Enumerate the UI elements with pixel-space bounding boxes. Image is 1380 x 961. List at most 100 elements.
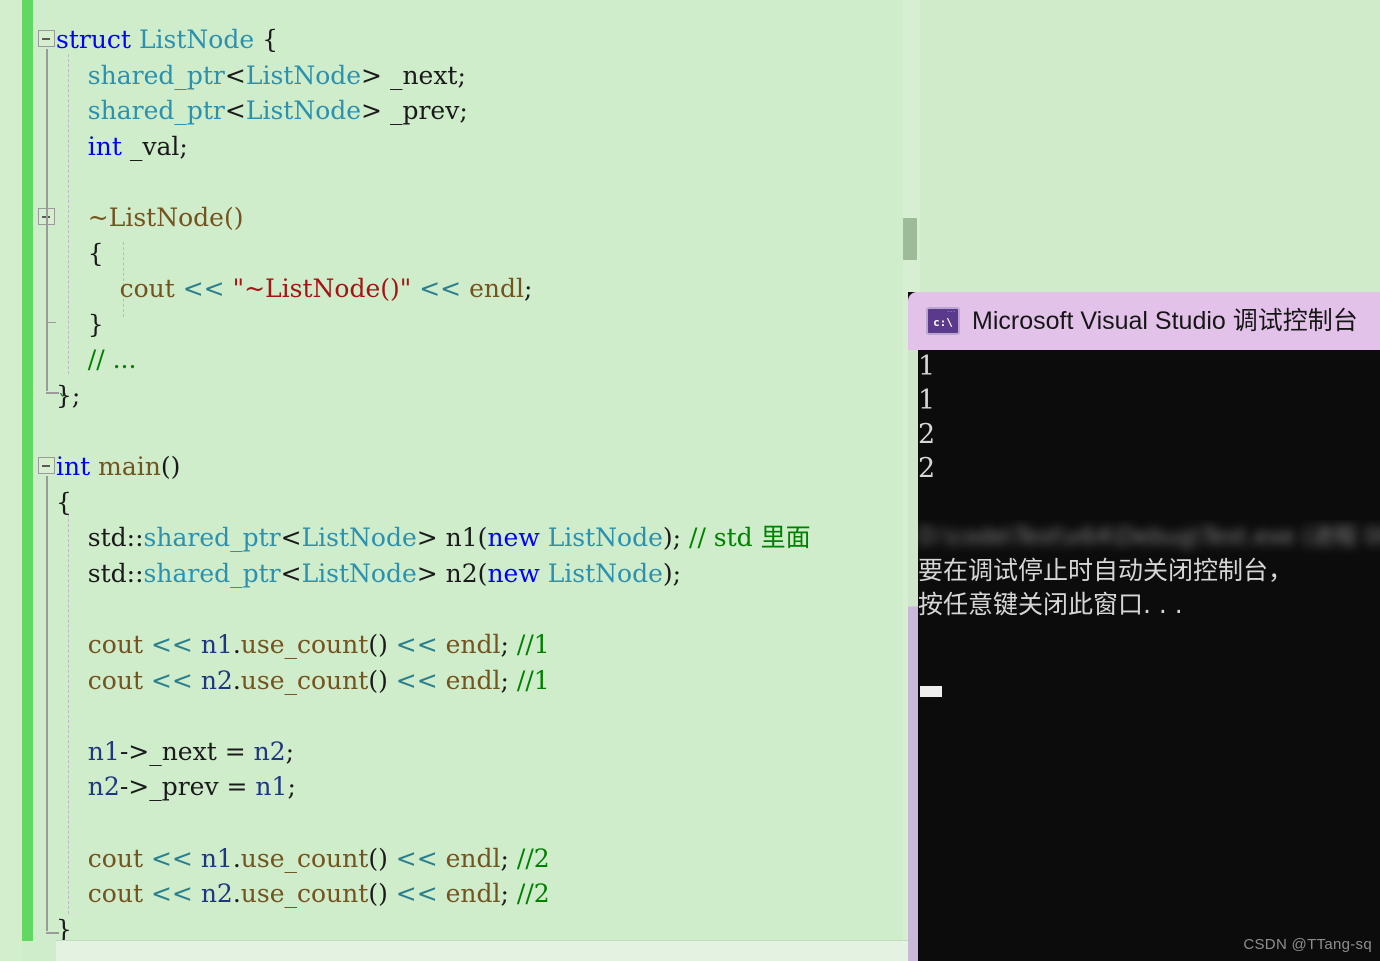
- code-token: ListNode: [138, 25, 255, 54]
- code-token: {: [254, 25, 278, 54]
- code-token: ListNode: [245, 96, 362, 126]
- code-line[interactable]: [56, 414, 920, 450]
- code-token: //2: [516, 879, 550, 909]
- outline-rail-struct: [46, 49, 48, 391]
- code-line[interactable]: cout << "~ListNode()" << endl;: [56, 271, 920, 307]
- code-line[interactable]: // ...: [56, 342, 920, 378]
- code-line[interactable]: struct ListNode {: [56, 22, 920, 58]
- code-token: .: [232, 665, 241, 695]
- code-line[interactable]: cout << n1.use_count() << endl; //1: [56, 627, 920, 663]
- console-title-bar[interactable]: ··· c:\ Microsoft Visual Studio 调试控制台: [908, 292, 1380, 350]
- code-token: ~ListNode(): [87, 202, 244, 232]
- console-icon-dots: ···: [947, 309, 956, 316]
- outline-rail-foot-destructor: [46, 321, 56, 324]
- code-line[interactable]: [56, 592, 920, 628]
- code-token: );: [662, 558, 682, 588]
- code-token: ;: [500, 665, 517, 695]
- code-token: .: [232, 630, 241, 660]
- code-token: std::: [87, 523, 144, 553]
- code-line[interactable]: n1->_next = n2;: [56, 734, 920, 770]
- code-line[interactable]: shared_ptr<ListNode> _next;: [56, 58, 920, 94]
- code-line[interactable]: cout << n1.use_count() << endl; //2: [56, 841, 920, 877]
- console-output-line: 2: [918, 453, 936, 484]
- code-token: main: [98, 452, 161, 482]
- debug-console-window[interactable]: ··· c:\ Microsoft Visual Studio 调试控制台 11…: [908, 292, 1380, 961]
- editor-scrollbar-thumb[interactable]: [903, 218, 917, 260]
- console-hint-line: 按任意键关闭此窗口. . .: [918, 590, 1183, 619]
- code-token: struct: [56, 25, 131, 54]
- code-token: new: [487, 558, 540, 588]
- code-token: endl: [445, 879, 501, 909]
- code-token: new: [487, 523, 540, 553]
- code-line[interactable]: };: [56, 378, 920, 414]
- code-token: endl: [445, 665, 501, 695]
- fold-toggle-main[interactable]: [38, 457, 55, 475]
- code-text-surface[interactable]: struct ListNode { shared_ptr<ListNode> _…: [56, 22, 920, 947]
- screenshot-root: ˇ struct ListNode { shared_ptr<ListNode>…: [0, 0, 1380, 961]
- code-token: ;: [500, 843, 517, 873]
- code-token: ->_next =: [119, 736, 254, 766]
- outline-rail-destructor: [46, 227, 48, 321]
- code-line[interactable]: }: [56, 307, 920, 343]
- console-output-area[interactable]: 1122 要在调试停止时自动关闭控制台， 按任意键关闭此窗口. . . D:\co…: [908, 350, 1380, 961]
- code-token: //2: [516, 843, 550, 873]
- code-line[interactable]: int main(): [56, 449, 920, 485]
- code-token: > n2(: [416, 558, 488, 588]
- code-token: <<: [395, 879, 438, 909]
- code-line[interactable]: int _val;: [56, 129, 920, 165]
- code-line[interactable]: [56, 805, 920, 841]
- code-line[interactable]: [56, 698, 920, 734]
- code-token: ;: [500, 630, 517, 660]
- code-line[interactable]: {: [56, 236, 920, 272]
- code-token: (): [368, 879, 396, 909]
- code-token: <<: [182, 274, 225, 304]
- code-token: int: [56, 452, 91, 482]
- code-token: int: [87, 131, 122, 161]
- code-line[interactable]: n2->_prev = n1;: [56, 769, 920, 805]
- code-token: <<: [150, 665, 193, 695]
- code-token: ;: [285, 736, 295, 766]
- console-title-text: Microsoft Visual Studio 调试控制台: [972, 307, 1358, 335]
- code-line[interactable]: [56, 164, 920, 200]
- console-output-line: 1: [918, 351, 936, 382]
- editor-horizontal-scrollbar[interactable]: [56, 940, 920, 961]
- code-line[interactable]: std::shared_ptr<ListNode> n1(new ListNod…: [56, 520, 920, 556]
- code-token: <<: [150, 879, 193, 909]
- code-line[interactable]: cout << n2.use_count() << endl; //1: [56, 663, 920, 699]
- code-token: > _next;: [361, 60, 466, 90]
- code-token: ListNode: [301, 558, 417, 588]
- code-token: //1: [516, 630, 550, 660]
- code-token: shared_ptr: [143, 523, 281, 553]
- code-line[interactable]: {: [56, 485, 920, 521]
- code-token: n1: [255, 772, 288, 802]
- fold-toggle-struct[interactable]: [38, 30, 55, 47]
- code-line[interactable]: std::shared_ptr<ListNode> n2(new ListNod…: [56, 556, 920, 592]
- code-editor[interactable]: ˇ struct ListNode { shared_ptr<ListNode>…: [0, 0, 920, 961]
- code-line[interactable]: shared_ptr<ListNode> _prev;: [56, 93, 920, 129]
- code-token: <: [280, 558, 302, 588]
- code-token: n2: [200, 665, 233, 695]
- code-line[interactable]: ~ListNode(): [56, 200, 920, 236]
- console-icon: ··· c:\: [926, 307, 960, 335]
- code-line[interactable]: cout << n2.use_count() << endl; //2: [56, 876, 920, 912]
